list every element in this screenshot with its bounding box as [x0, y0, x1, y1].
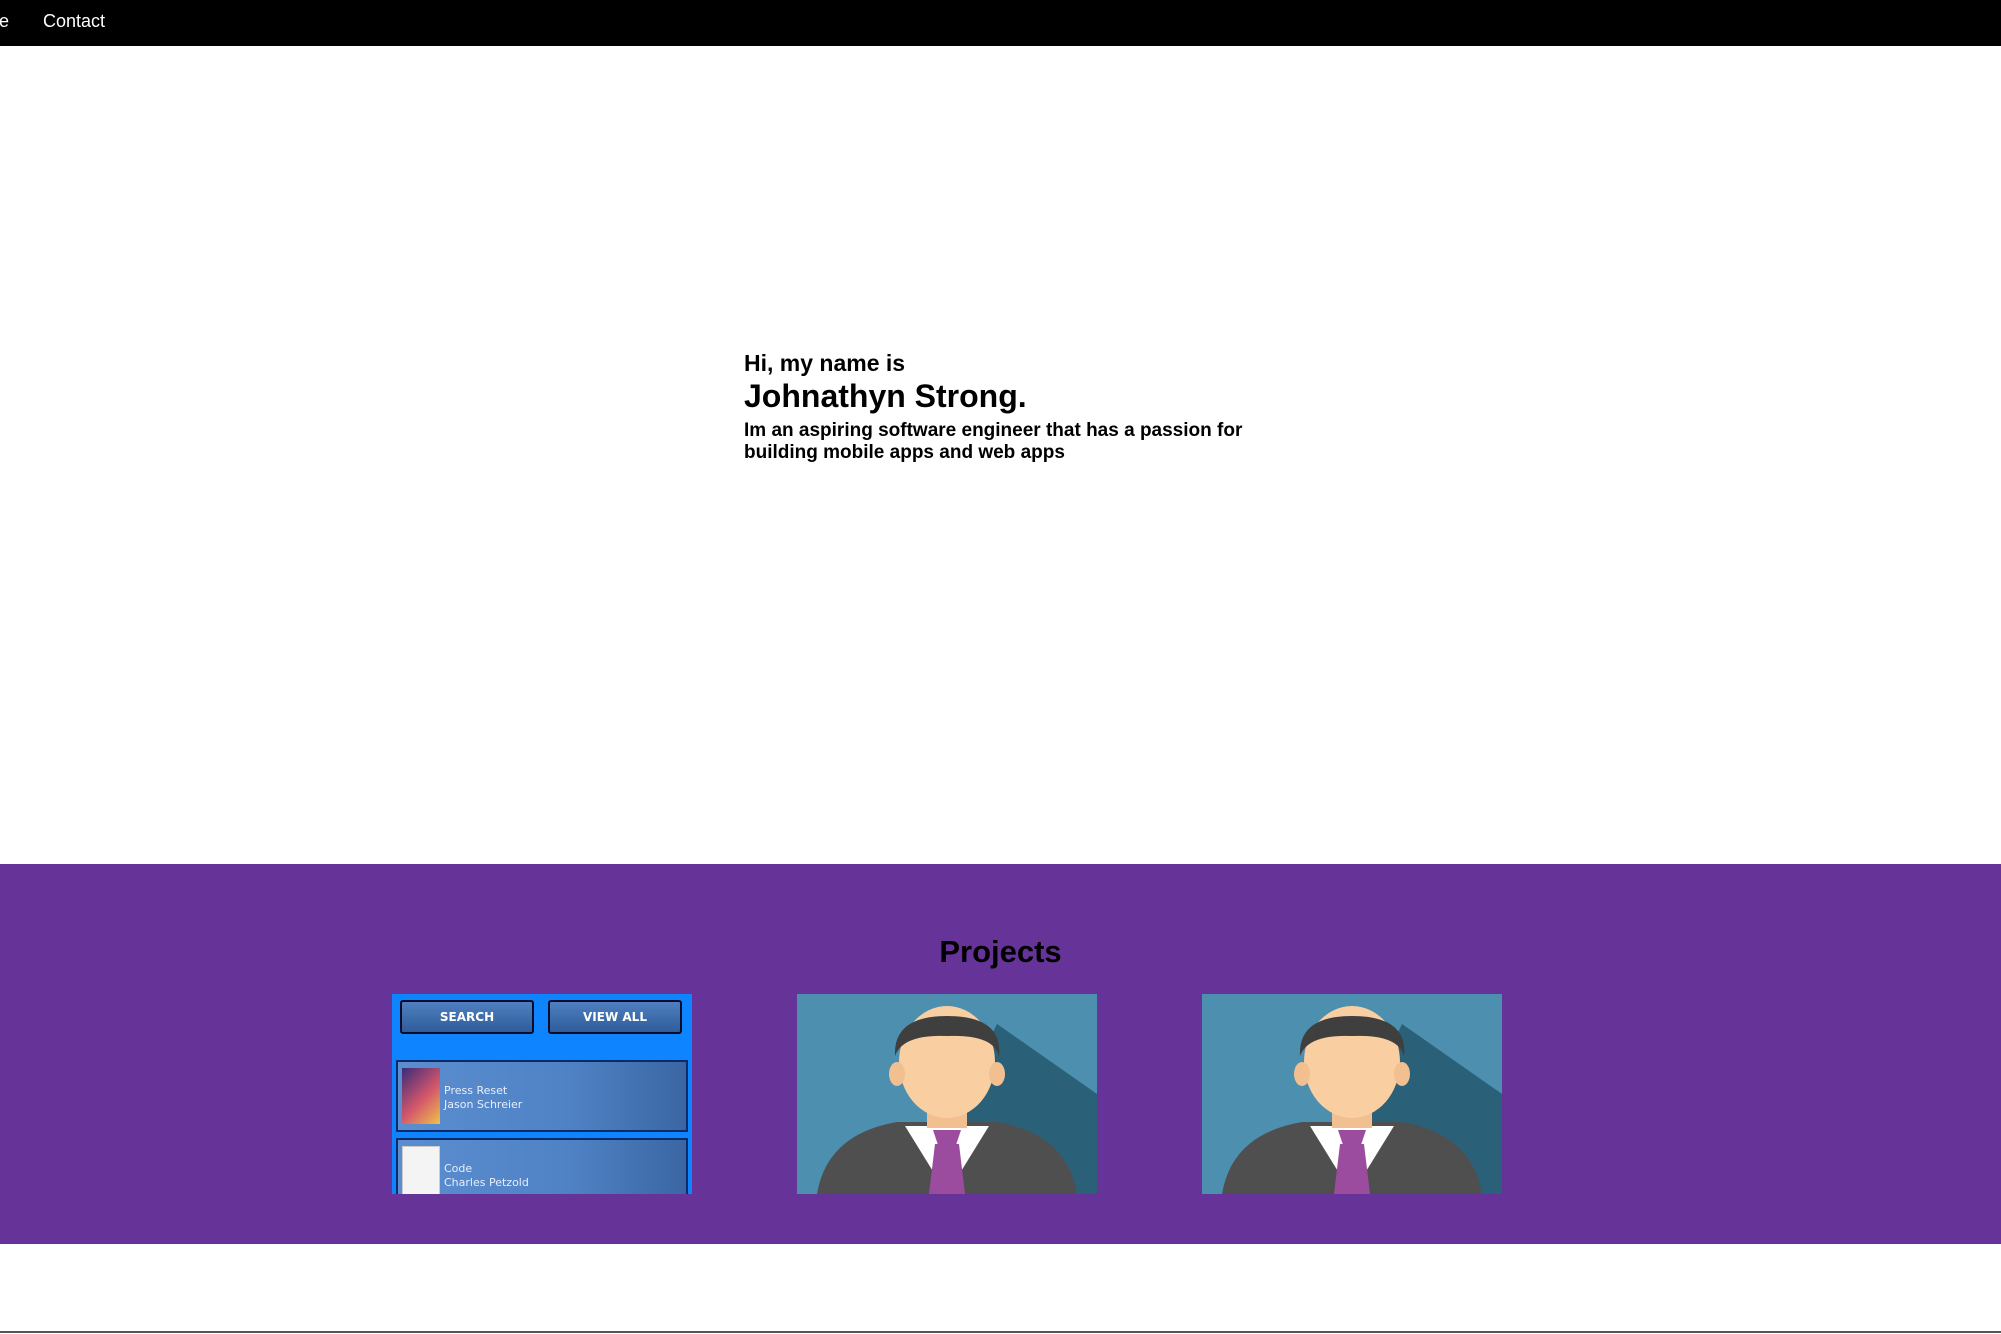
hero-tagline: Im an aspiring software engineer that ha…	[744, 420, 1243, 463]
top-navbar: ce Contact	[0, 0, 2001, 46]
project-card-avatar-1[interactable]	[797, 994, 1097, 1194]
hero-name: Johnathyn Strong.	[744, 378, 1027, 414]
book-cover-image	[402, 1146, 440, 1194]
book-list-item: Code Charles Petzold	[396, 1138, 688, 1194]
book-author: Jason Schreier	[444, 1098, 523, 1111]
book-info: Code Charles Petzold	[444, 1162, 529, 1190]
nav-link-partial[interactable]: ce	[0, 11, 9, 32]
book-title: Press Reset	[444, 1084, 508, 1097]
book-title: Code	[444, 1162, 473, 1175]
person-avatar-icon	[1202, 994, 1502, 1194]
book-author: Charles Petzold	[444, 1176, 529, 1189]
book-info: Press Reset Jason Schreier	[444, 1084, 522, 1112]
hero-section: Hi, my name is Johnathyn Strong. Im an a…	[744, 348, 1304, 464]
hero-greeting: Hi, my name is	[744, 350, 906, 376]
projects-title: Projects	[939, 934, 1062, 969]
app-search-button: SEARCH	[400, 1000, 534, 1034]
nav-link-contact[interactable]: Contact	[43, 11, 105, 32]
projects-section: Projects SEARCH VIEW ALL Press Reset Jas…	[0, 864, 2001, 1244]
app-view-all-button: VIEW ALL	[548, 1000, 682, 1034]
project-card-book-app[interactable]: SEARCH VIEW ALL Press Reset Jason Schrei…	[392, 994, 692, 1194]
book-list-item: Press Reset Jason Schreier	[396, 1060, 688, 1132]
page-bottom-divider	[0, 1331, 2001, 1333]
book-cover-image	[402, 1068, 440, 1124]
project-card-avatar-2[interactable]	[1202, 994, 1502, 1194]
person-avatar-icon	[797, 994, 1097, 1194]
